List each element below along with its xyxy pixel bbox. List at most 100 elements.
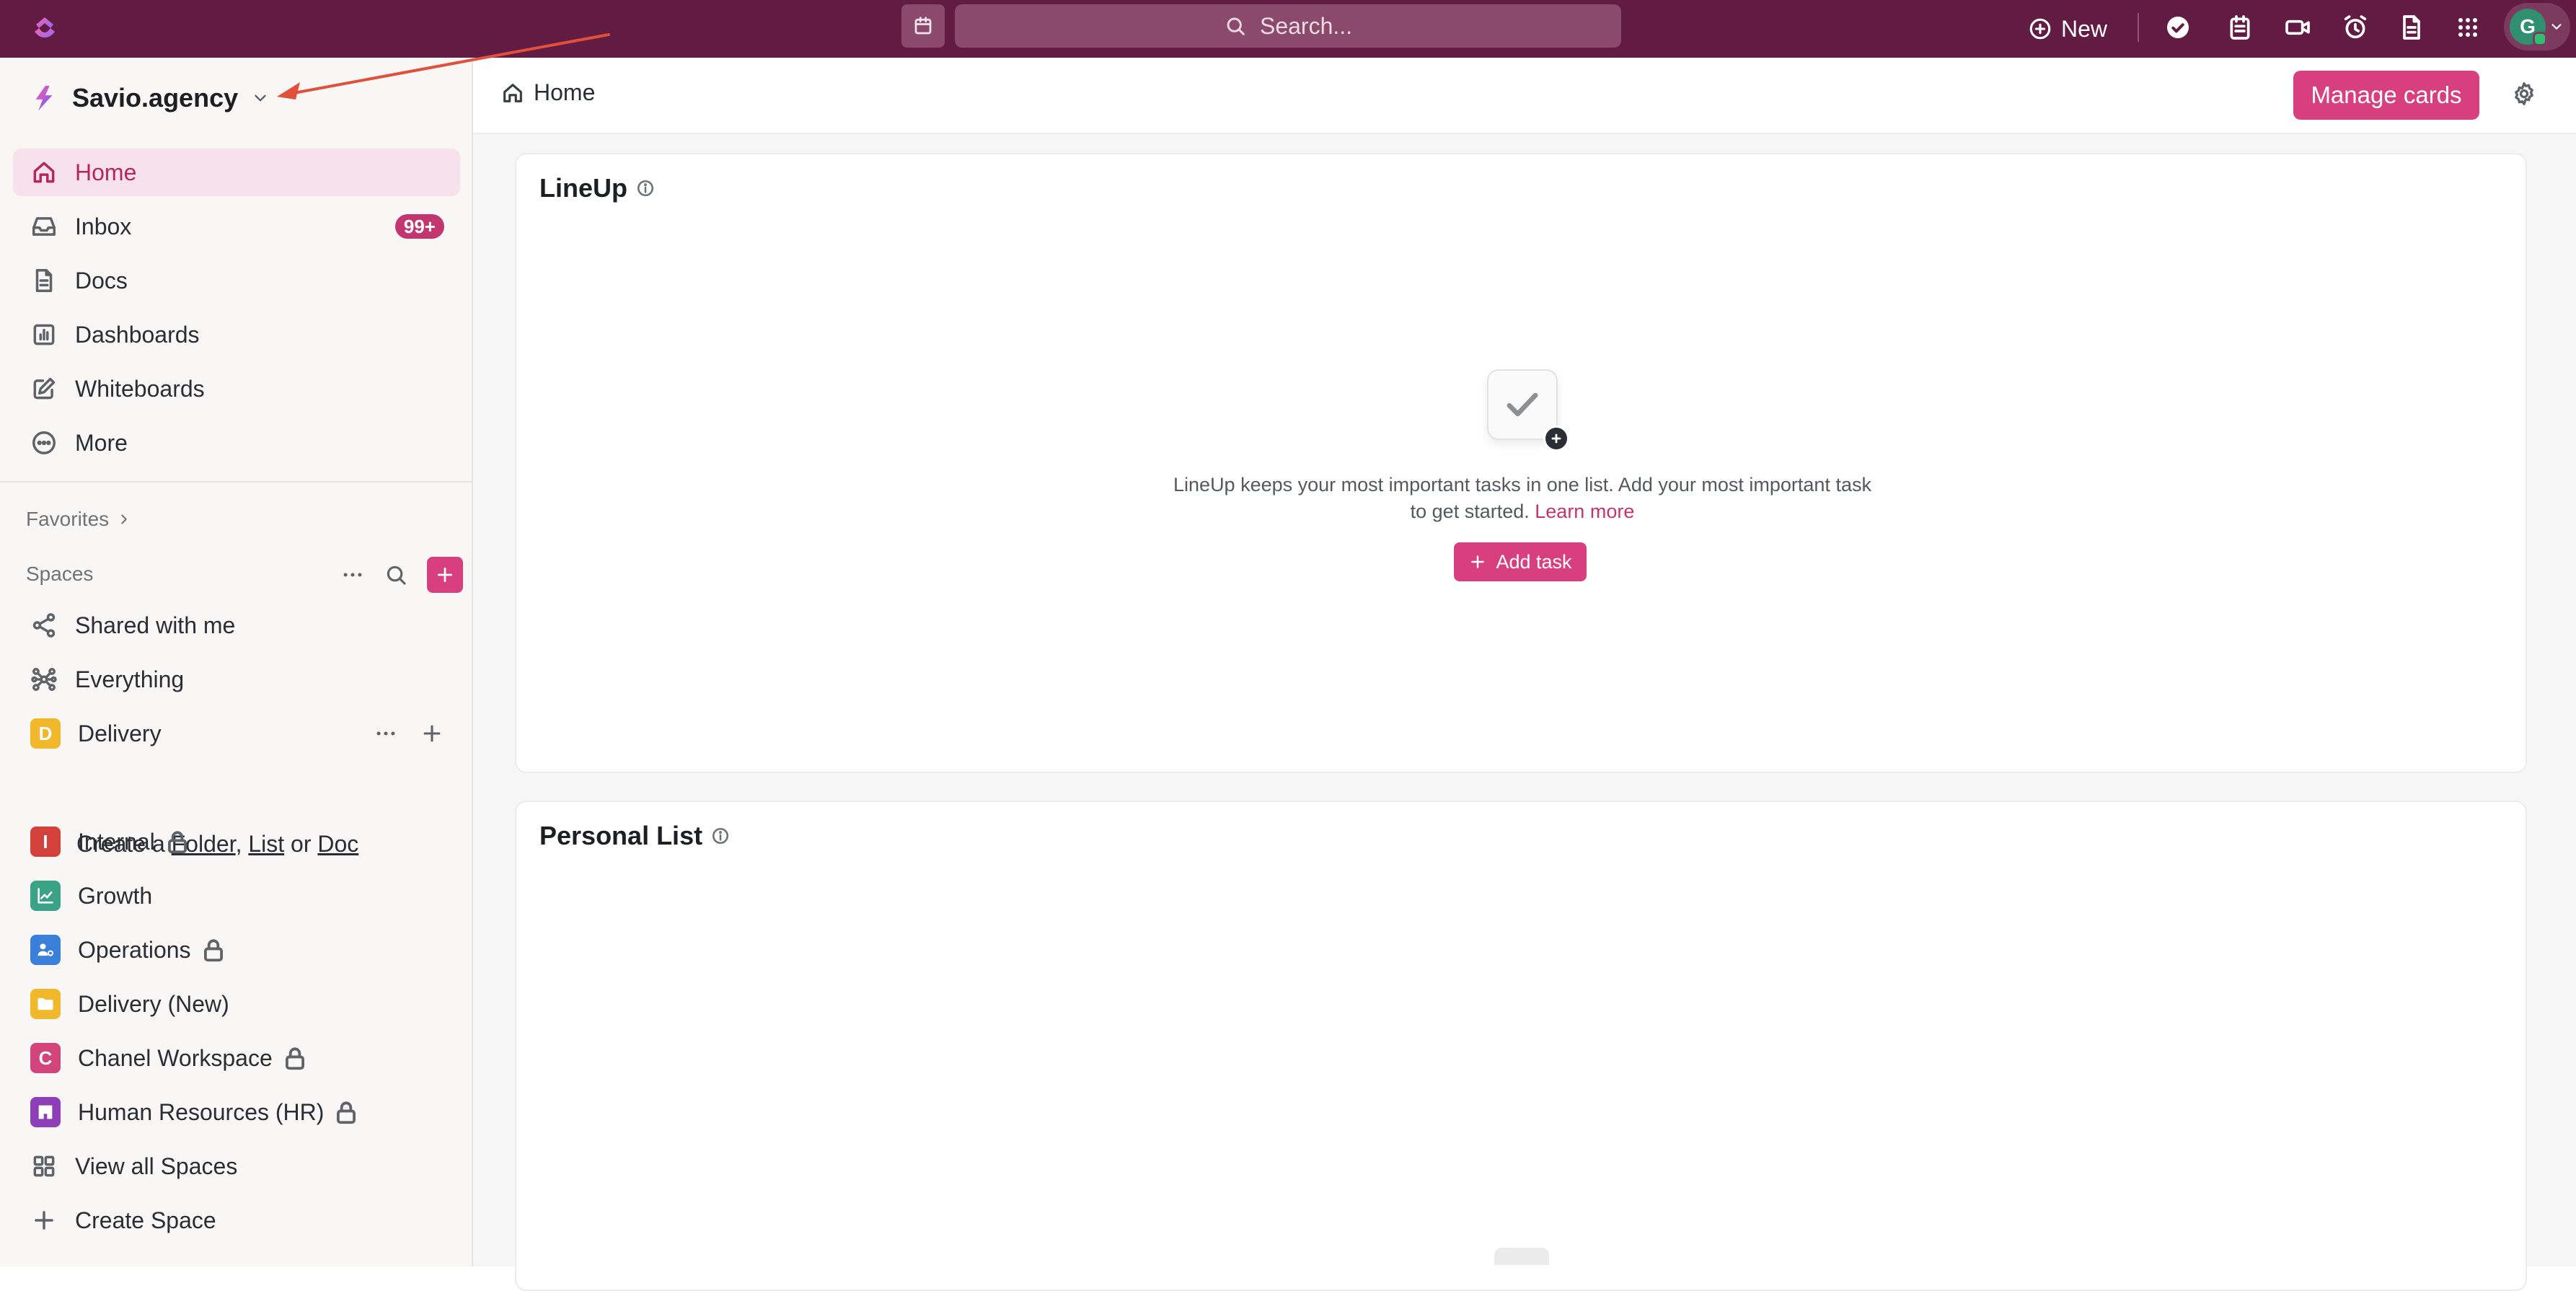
space-name: Internal (78, 828, 155, 855)
plus-icon (1471, 555, 1485, 568)
sidebar-item-label: Inbox (75, 213, 132, 239)
page-header: Home Manage cards (473, 58, 2576, 134)
hub-icon (31, 668, 57, 691)
lock-icon (203, 939, 223, 962)
inbox-count-badge: 99+ (394, 214, 444, 239)
manage-cards-button[interactable]: Manage cards (2293, 71, 2479, 120)
favorites-section-header[interactable]: Favorites (26, 508, 132, 531)
sidebar-item-label: Whiteboards (75, 375, 205, 402)
info-icon[interactable] (636, 179, 655, 198)
space-name: Operations (78, 936, 191, 963)
sidebar-item-more[interactable]: More (13, 419, 460, 467)
space-avatar: I (30, 827, 61, 857)
space-row-tools (374, 721, 444, 746)
apps-grid-icon[interactable] (2453, 13, 2482, 42)
add-space-button[interactable] (427, 557, 463, 593)
sidebar-item-label: Create Space (75, 1207, 216, 1233)
space-avatar: D (30, 718, 61, 749)
workspace-switcher[interactable]: Savio.agency (29, 78, 270, 118)
space-avatar (30, 881, 61, 911)
document-icon[interactable] (2397, 13, 2426, 42)
workspace-name: Savio.agency (72, 83, 239, 113)
plus-icon[interactable] (420, 721, 444, 746)
view-all-spaces-link[interactable]: View all Spaces (13, 1142, 460, 1190)
lock-icon (167, 831, 187, 854)
sidebar-item-label: More (75, 429, 128, 456)
space-human-resources[interactable]: Human Resources (HR) (13, 1088, 460, 1136)
spaces-toolbar (340, 557, 463, 593)
new-button[interactable]: New (2028, 0, 2107, 58)
lineup-empty-description: LineUp keeps your most important tasks i… (1165, 472, 1879, 525)
notepad-icon[interactable] (2226, 13, 2254, 42)
space-operations[interactable]: Operations (13, 926, 460, 974)
more-horizontal-icon[interactable] (340, 563, 365, 587)
settings-button[interactable] (2511, 81, 2540, 110)
search-input[interactable]: Search... (955, 4, 1621, 48)
lineup-card: LineUp LineUp keeps your most important … (515, 153, 2527, 773)
plus-icon (437, 567, 453, 583)
topbar-divider (2138, 13, 2139, 42)
space-growth[interactable]: Growth (13, 872, 460, 920)
dashboard-icon (33, 324, 55, 345)
search-placeholder: Search... (1259, 12, 1353, 39)
create-space-button[interactable]: Create Space (13, 1197, 460, 1244)
info-icon[interactable] (711, 827, 730, 845)
sidebar-item-inbox[interactable]: Inbox 99+ (13, 203, 460, 250)
space-internal[interactable]: I Internal (13, 818, 460, 865)
sidebar-item-label: Dashboards (75, 321, 200, 348)
space-name: Human Resources (HR) (78, 1098, 325, 1125)
search-icon (1227, 17, 1245, 35)
plus-icon (35, 1211, 53, 1230)
space-chanel-workspace[interactable]: C Chanel Workspace (13, 1034, 460, 1082)
lock-icon (285, 1047, 304, 1070)
lock-icon (337, 1101, 356, 1124)
check-circle-icon[interactable] (2163, 13, 2192, 42)
sidebar-item-shared-with-me[interactable]: Shared with me (13, 602, 460, 649)
more-horizontal-icon[interactable] (374, 721, 398, 746)
space-name: Growth (78, 882, 153, 909)
sidebar-item-whiteboards[interactable]: Whiteboards (13, 365, 460, 413)
online-status-dot (2533, 32, 2547, 46)
workspace-logo-icon (35, 85, 53, 111)
plus-circle-icon (2029, 18, 2051, 40)
sidebar-item-dashboards[interactable]: Dashboards (13, 311, 460, 358)
favorites-label: Favorites (26, 508, 110, 530)
building-icon (38, 1105, 53, 1119)
personal-list-card: Personal List (515, 801, 2527, 1291)
card-title-text: Personal List (539, 821, 703, 850)
add-task-label: Add task (1496, 550, 1572, 573)
learn-more-link[interactable]: Learn more (1535, 501, 1634, 522)
share-icon (32, 613, 56, 638)
add-task-button[interactable]: Add task (1454, 542, 1587, 581)
chevron-down-icon (2551, 24, 2562, 30)
calendar-icon (914, 17, 932, 35)
alarm-icon[interactable] (2341, 13, 2370, 42)
scroll-handle[interactable] (1494, 1248, 1549, 1265)
space-avatar (30, 935, 61, 965)
personal-list-card-title: Personal List (539, 821, 730, 851)
lineup-description-text: LineUp keeps your most important tasks i… (1173, 474, 1871, 522)
sidebar-item-home[interactable]: Home (13, 149, 460, 196)
sidebar: Savio.agency Home Inbox 99+ Docs Dashboa… (0, 58, 473, 1266)
user-menu[interactable]: G (2504, 3, 2570, 50)
space-avatar: C (30, 1043, 61, 1073)
space-delivery[interactable]: D Delivery (13, 710, 460, 757)
docs-icon (35, 269, 53, 292)
calendar-button[interactable] (901, 4, 945, 48)
inbox-icon (32, 217, 56, 236)
sidebar-item-label: View all Spaces (75, 1153, 238, 1179)
sidebar-item-label: Everything (75, 666, 185, 692)
space-avatar (30, 1097, 61, 1127)
chevron-right-icon (121, 514, 127, 524)
space-name: Delivery (New) (78, 990, 229, 1017)
avatar: G (2510, 9, 2547, 46)
spaces-label: Spaces (26, 563, 94, 585)
space-delivery-new[interactable]: Delivery (New) (13, 980, 460, 1028)
sidebar-item-docs[interactable]: Docs (13, 257, 460, 304)
space-name: Chanel Workspace (78, 1044, 273, 1071)
clickup-logo-icon[interactable] (29, 12, 61, 43)
search-icon[interactable] (384, 563, 408, 587)
sidebar-item-everything[interactable]: Everything (13, 656, 460, 703)
video-icon[interactable] (2283, 13, 2312, 42)
spaces-section-header: Spaces (26, 563, 93, 586)
